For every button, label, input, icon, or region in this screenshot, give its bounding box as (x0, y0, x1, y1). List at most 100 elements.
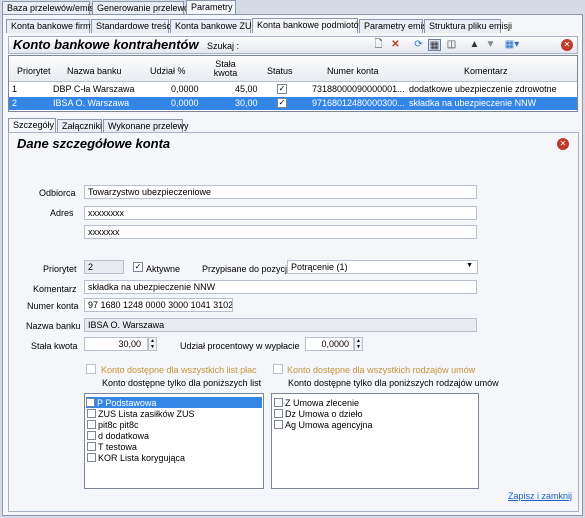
row-konto: 73188000090000001... (312, 84, 405, 94)
refresh-icon[interactable]: ⟳ (412, 39, 425, 51)
priorytet-label: Priorytet (43, 264, 77, 274)
col-nazwa-banku[interactable]: Nazwa banku (67, 66, 122, 76)
contracts-listbox[interactable]: Z Umowa zlecenie Dz Umowa o dzieło Ag Um… (271, 393, 479, 489)
tab-parametry[interactable]: Parametry (186, 0, 236, 15)
udzial-field[interactable]: 0,0000 (305, 337, 354, 351)
odbiorca-label: Odbiorca (39, 188, 76, 198)
arrow-up-icon[interactable]: ▲ (468, 39, 481, 51)
adres-label: Adres (50, 208, 74, 218)
new-document-icon[interactable]: 🗋 (372, 39, 385, 51)
arrow-down-icon[interactable]: ▼ (484, 39, 497, 51)
tab-konta-zus[interactable]: Konta bankowe ZUS (170, 19, 258, 33)
grid-options-icon[interactable]: ▦▾ (501, 39, 523, 51)
list-item-label: ZUS Lista zasiłków ZUS (98, 409, 195, 419)
list-item-label: pit8c pit8c (98, 420, 139, 430)
list-item[interactable]: P Podstawowa (86, 397, 262, 408)
col-komentarz[interactable]: Komentarz (464, 66, 508, 76)
list-item[interactable]: KOR Lista korygująca (87, 452, 265, 463)
all-lists-label: Konto dostępne dla wszystkich list płac (101, 365, 257, 375)
list-item[interactable]: d dodatkowa (87, 430, 265, 441)
tab-baza-przelewow[interactable]: Baza przelewów/emisja (2, 1, 101, 15)
row-kwota: 45,00 (235, 84, 258, 94)
list-item-label: T testowa (98, 442, 137, 452)
search-input[interactable] (246, 39, 364, 52)
przypisane-label: Przypisane do pozycji (202, 264, 290, 274)
table-row-selected[interactable]: 2 IBSA O. Warszawa 0,0000 30,00 ✓ 971680… (9, 97, 577, 110)
list-item[interactable]: pit8c pit8c (87, 419, 265, 430)
list-item[interactable]: Ag Umowa agencyjna (274, 419, 480, 430)
numer-field[interactable]: 97 1680 1248 0000 3000 1041 3102 (84, 298, 233, 312)
col-status[interactable]: Status (267, 66, 293, 76)
row-priorytet: 2 (12, 98, 18, 108)
tab-szczegoly[interactable]: Szczegóły (8, 118, 56, 133)
tab-standardowe-tresci[interactable]: Standardowe treści (91, 19, 173, 33)
row-bank: DBP C-ła Warszawa (53, 84, 135, 94)
chevron-down-icon[interactable]: ▼ (466, 262, 473, 269)
list-item-label: Ag Umowa agencyjna (285, 420, 373, 430)
col-priorytet[interactable]: Priorytet (17, 66, 51, 76)
close-detail-icon[interactable]: ✕ (557, 138, 569, 150)
adres-line1-field[interactable]: xxxxxxxx (84, 206, 477, 220)
list-item[interactable]: Z Umowa zlecenie (274, 397, 480, 408)
list-item[interactable]: Dz Umowa o dzieło (274, 408, 480, 419)
priorytet-field[interactable]: 2 (84, 260, 124, 274)
col-udzial[interactable]: Udział % (150, 66, 186, 76)
list-item[interactable]: ZUS Lista zasiłków ZUS (87, 408, 265, 419)
all-lists-checkbox[interactable] (86, 364, 96, 374)
accounts-grid: Priorytet Nazwa banku Udział % Stała kwo… (8, 55, 578, 112)
kwota-spinner[interactable]: ▲ ▼ (148, 337, 157, 351)
przypisane-value: Potrącenie (1) (291, 262, 348, 272)
all-contracts-checkbox[interactable] (273, 364, 283, 374)
table-row[interactable]: 1 DBP C-ła Warszawa 0,0000 45,00 ✓ 73188… (9, 83, 577, 96)
row-konto: 97168012480000300... (312, 98, 405, 108)
only-contracts-label: Konto dostępne tylko dla poniższych rodz… (288, 378, 499, 388)
list-item-label: d dodatkowa (98, 431, 150, 441)
list-item[interactable]: T testowa (87, 441, 265, 452)
tab-konta-firmy[interactable]: Konta bankowe firmy (6, 19, 95, 33)
detail-title: Dane szczegółowe konta (17, 136, 171, 151)
tab-wykonane-przelewy[interactable]: Wykonane przelewy (103, 119, 188, 133)
aktywne-checkbox[interactable]: ✓ (133, 262, 143, 272)
row-komentarz: składka na ubezpieczenie NNW (409, 98, 537, 108)
aktywne-label: Aktywne (146, 264, 181, 274)
row-kwota: 30,00 (235, 98, 258, 108)
row-status-checkbox[interactable]: ✓ (277, 84, 287, 94)
kwota-label: Stała kwota (31, 341, 78, 351)
numer-label: Numer konta (27, 301, 79, 311)
lists-listbox[interactable]: P Podstawowa ZUS Lista zasiłków ZUS pit8… (84, 393, 264, 489)
search-label: Szukaj : (207, 41, 240, 51)
row-komentarz: dodatkowe ubezpieczenie zdrowotne (409, 84, 557, 94)
panel-title: Konto bankowe kontrahentów (13, 37, 199, 52)
bank-field: IBSA O. Warszawa (84, 318, 477, 332)
udzial-label: Udział procentowy w wypłacie (180, 341, 300, 351)
columns-icon[interactable]: ◫ (445, 39, 458, 51)
row-bank: IBSA O. Warszawa (53, 98, 130, 108)
udzial-spinner[interactable]: ▲ ▼ (354, 337, 363, 351)
calculator-icon[interactable]: ▦ (428, 39, 441, 51)
tab-parametry-emisji[interactable]: Parametry emisji (359, 19, 431, 33)
row-priorytet: 1 (12, 84, 18, 94)
kwota-field[interactable]: 30,00 (84, 337, 148, 351)
tab-zalaczniki[interactable]: Załączniki (57, 119, 102, 133)
adres-line2-field[interactable]: xxxxxxx (84, 225, 477, 239)
close-panel-icon[interactable]: ✕ (561, 39, 573, 51)
odbiorca-field[interactable]: Towarzystwo ubezpieczeniowe (84, 185, 477, 199)
only-lists-label: Konto dostępne tylko dla poniższych list (102, 378, 262, 388)
tab-generowanie-przelewow[interactable]: Generowanie przelewów (92, 1, 196, 15)
tab-struktura-pliku[interactable]: Struktura pliku emisji (424, 19, 512, 33)
list-item-label: P Podstawowa (97, 398, 157, 408)
delete-icon[interactable]: ✕ (389, 39, 402, 51)
tab-konta-podmiotow[interactable]: Konta bankowe podmiotów (252, 18, 365, 33)
list-item-label: Dz Umowa o dzieło (285, 409, 363, 419)
col-stala-kwota[interactable]: Stała kwota (208, 60, 243, 78)
row-status-checkbox[interactable]: ✓ (277, 98, 287, 108)
save-close-link[interactable]: Zapisz i zamknij (508, 491, 572, 501)
bank-label: Nazwa banku (26, 321, 81, 331)
row-udzial: 0,0000 (171, 98, 199, 108)
col-numer-konta[interactable]: Numer konta (327, 66, 379, 76)
przypisane-select[interactable]: Potrącenie (1) ▼ (287, 260, 478, 274)
row-udzial: 0,0000 (171, 84, 199, 94)
komentarz-field[interactable]: składka na ubezpieczenie NNW (84, 280, 477, 294)
all-contracts-label: Konto dostępne dla wszystkich rodzajów u… (287, 365, 476, 375)
komentarz-label: Komentarz (33, 284, 77, 294)
